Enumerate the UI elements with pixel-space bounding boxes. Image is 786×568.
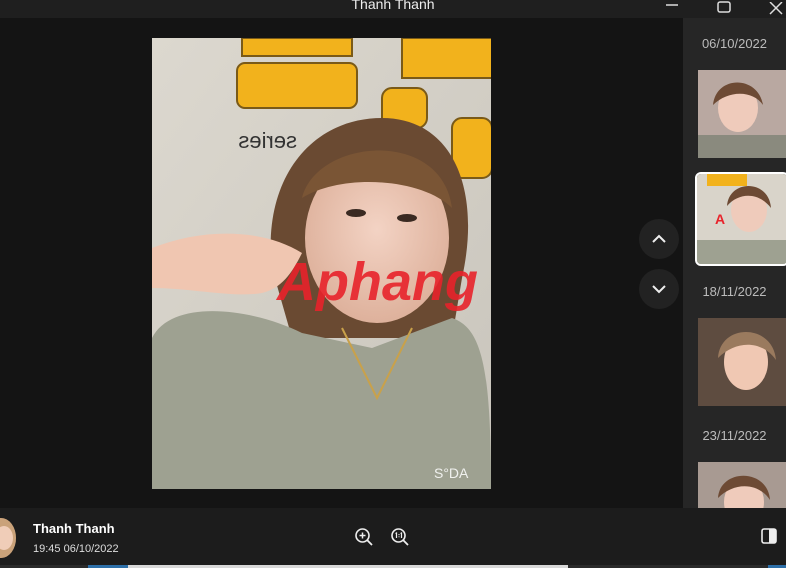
maximize-icon [717, 1, 731, 13]
thumbnail[interactable] [698, 462, 786, 508]
previous-photo-button[interactable] [639, 219, 679, 259]
maximize-button[interactable] [704, 0, 744, 18]
next-photo-button[interactable] [639, 269, 679, 309]
avatar[interactable] [0, 518, 16, 558]
close-button[interactable] [756, 0, 786, 18]
chevron-down-icon [652, 285, 666, 294]
watermark-text: Aphang [275, 252, 478, 312]
camera-mark: S°DA [434, 465, 469, 481]
svg-text:A: A [715, 211, 725, 227]
chevron-up-icon [652, 234, 666, 243]
minimize-button[interactable] [652, 0, 692, 18]
thumbnail[interactable] [698, 70, 786, 158]
toggle-sidebar-button[interactable] [760, 527, 780, 547]
actual-size-button[interactable] [390, 527, 410, 547]
minimize-icon [666, 4, 678, 6]
date-group-label: 23/11/2022 [702, 428, 767, 443]
zoom-actual-size-icon [391, 528, 409, 546]
thumbnail[interactable] [698, 318, 786, 406]
title-bar: Thanh Thanh [0, 0, 786, 18]
date-group-label: 18/11/2022 [702, 284, 767, 299]
sender-name: Thanh Thanh [33, 521, 115, 536]
media-sidebar: 06/10/2022 A 18/11/2022 23/11/2022 [683, 18, 786, 508]
close-icon [769, 2, 783, 15]
date-group-label: 06/10/2022 [701, 36, 768, 51]
main-photo[interactable]: series Aphang S°DA [152, 38, 491, 489]
thumbnail-selected[interactable]: A [695, 172, 786, 266]
svg-text:series: series [238, 128, 297, 153]
bottom-bar: Thanh Thanh 19:45 06/10/2022 [0, 508, 786, 568]
zoom-in-icon [355, 528, 373, 546]
photo-image: series Aphang S°DA [152, 38, 491, 489]
photo-timestamp: 19:45 06/10/2022 [33, 543, 119, 555]
photo-viewer: series Aphang S°DA [0, 18, 683, 508]
zoom-in-button[interactable] [354, 527, 374, 547]
sidebar-toggle-icon [761, 528, 777, 544]
